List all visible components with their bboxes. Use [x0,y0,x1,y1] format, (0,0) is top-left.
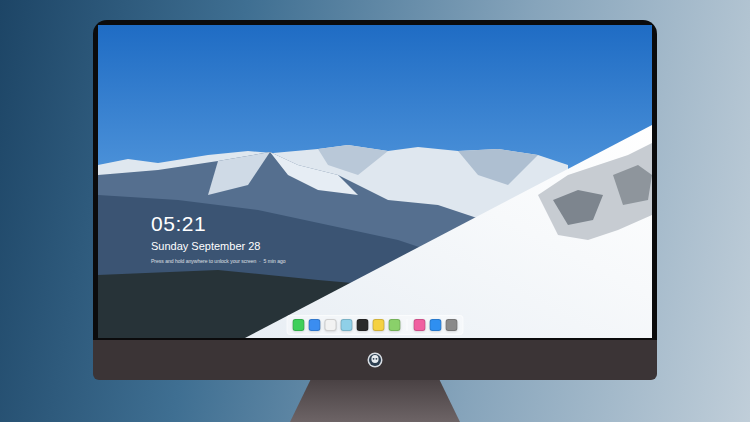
app-icon[interactable] [325,319,337,331]
app-icon[interactable] [309,319,321,331]
app-icon[interactable] [357,319,369,331]
wallpaper [98,25,652,338]
app-icon[interactable] [446,319,458,331]
app-icon[interactable] [414,319,426,331]
lock-notice: Press and hold anywhere to unlock your s… [151,258,286,265]
app-icon[interactable] [293,319,305,331]
monitor-chin [93,340,657,380]
dock-utilities [414,319,458,331]
app-icon[interactable] [341,319,353,331]
app-icon[interactable] [430,319,442,331]
dock [287,315,464,335]
logo-icon [367,352,383,368]
clock-time: 05:21 [151,211,286,237]
desktop-screen: 05:21 Sunday September 28 Press and hold… [98,25,652,338]
dock-apps [293,319,401,331]
lock-clock: 05:21 Sunday September 28 Press and hold… [151,211,286,265]
monitor: 05:21 Sunday September 28 Press and hold… [0,0,750,422]
clock-date: Sunday September 28 [151,239,286,253]
dock-separator [407,319,408,331]
screen-bezel: 05:21 Sunday September 28 Press and hold… [93,20,657,340]
app-icon[interactable] [373,319,385,331]
monitor-stand [290,380,460,422]
app-icon[interactable] [389,319,401,331]
